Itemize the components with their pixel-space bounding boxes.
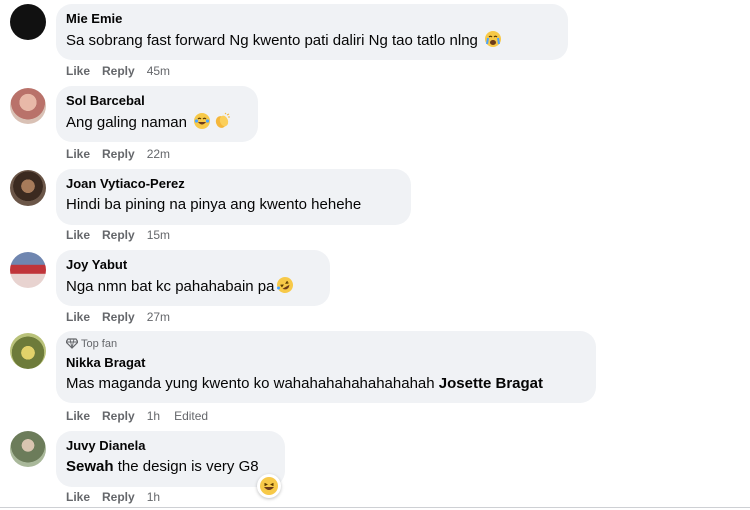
comment-text: Hindi ba pining na pinya ang kwento hehe… bbox=[66, 196, 362, 213]
comment-text-body: Ang galing naman bbox=[66, 114, 187, 131]
comment-text: Sa sobrang fast forward Ng kwento pati d… bbox=[66, 30, 556, 54]
avatar[interactable] bbox=[10, 88, 46, 124]
comment-actions: Like Reply 22m bbox=[66, 146, 184, 162]
reply-button[interactable]: Reply bbox=[102, 489, 135, 505]
comment-bubble: Sol Barcebal Ang galing naman bbox=[56, 86, 258, 142]
reply-button[interactable]: Reply bbox=[102, 408, 135, 424]
reply-button[interactable]: Reply bbox=[102, 309, 135, 325]
comment-text: Nga nmn bat kc pahahabain pa bbox=[66, 276, 318, 300]
comment-actions: Like Reply 1h Edited bbox=[66, 408, 222, 424]
diamond-icon bbox=[65, 338, 79, 353]
comment-bubble: Mie Emie Sa sobrang fast forward Ng kwen… bbox=[56, 4, 568, 60]
haha-reaction-icon[interactable] bbox=[257, 474, 281, 498]
mention-link[interactable]: Sewah bbox=[66, 458, 114, 475]
like-button[interactable]: Like bbox=[66, 146, 90, 162]
timestamp[interactable]: 1h bbox=[147, 408, 160, 424]
commenter-name[interactable]: Joan Vytiaco-Perez bbox=[66, 175, 399, 192]
comment-actions: Like Reply 27m bbox=[66, 309, 184, 325]
comment-actions: Like Reply 15m bbox=[66, 227, 184, 243]
like-button[interactable]: Like bbox=[66, 408, 90, 424]
timestamp[interactable]: 1h bbox=[147, 489, 160, 505]
avatar[interactable] bbox=[10, 431, 46, 467]
mention-link[interactable]: Josette Bragat bbox=[439, 375, 543, 392]
reply-button[interactable]: Reply bbox=[102, 146, 135, 162]
timestamp[interactable]: 27m bbox=[147, 309, 170, 325]
comment-text-body: the design is very G8 bbox=[117, 458, 259, 475]
commenter-name[interactable]: Sol Barcebal bbox=[66, 92, 246, 109]
clapping-hands-icon bbox=[213, 112, 231, 136]
avatar[interactable] bbox=[10, 170, 46, 206]
edited-label[interactable]: Edited bbox=[174, 408, 208, 424]
timestamp[interactable]: 15m bbox=[147, 227, 170, 243]
commenter-name[interactable]: Nikka Bragat bbox=[66, 354, 584, 371]
crying-face-icon bbox=[484, 30, 502, 54]
comment-text-body: Nga nmn bat kc pahahabain pa bbox=[66, 278, 275, 295]
top-fan-badge[interactable]: Top fan bbox=[65, 337, 584, 353]
timestamp[interactable]: 45m bbox=[147, 63, 170, 79]
comment-text: Sewah the design is very G8 bbox=[66, 457, 273, 477]
commenter-name[interactable]: Joy Yabut bbox=[66, 256, 318, 273]
comment-actions: Like Reply 1h bbox=[66, 489, 174, 505]
reply-button[interactable]: Reply bbox=[102, 63, 135, 79]
comment-bubble: Top fan Nikka Bragat Mas maganda yung kw… bbox=[56, 331, 596, 403]
comment-bubble: Joy Yabut Nga nmn bat kc pahahabain pa bbox=[56, 250, 330, 306]
avatar[interactable] bbox=[10, 4, 46, 40]
comment-text-body: Mas maganda yung kwento ko wahahahahahah… bbox=[66, 375, 435, 392]
like-button[interactable]: Like bbox=[66, 63, 90, 79]
comment-text: Mas maganda yung kwento ko wahahahahahah… bbox=[66, 374, 584, 394]
like-button[interactable]: Like bbox=[66, 489, 90, 505]
comment-bubble: Juvy Dianela Sewah the design is very G8 bbox=[56, 431, 285, 487]
comment-actions: Like Reply 45m bbox=[66, 63, 184, 79]
avatar[interactable] bbox=[10, 252, 46, 288]
timestamp[interactable]: 22m bbox=[147, 146, 170, 162]
divider bbox=[0, 507, 750, 508]
rolling-on-floor-laughing-icon bbox=[276, 276, 294, 300]
reply-button[interactable]: Reply bbox=[102, 227, 135, 243]
avatar[interactable] bbox=[10, 333, 46, 369]
tears-of-joy-icon bbox=[193, 112, 211, 136]
comment-bubble: Joan Vytiaco-Perez Hindi ba pining na pi… bbox=[56, 169, 411, 225]
comment-text: Ang galing naman bbox=[66, 112, 246, 136]
like-button[interactable]: Like bbox=[66, 227, 90, 243]
comment-text-body: Sa sobrang fast forward Ng kwento pati d… bbox=[66, 32, 478, 49]
like-button[interactable]: Like bbox=[66, 309, 90, 325]
commenter-name[interactable]: Mie Emie bbox=[66, 10, 556, 27]
top-fan-label: Top fan bbox=[81, 338, 118, 350]
commenter-name[interactable]: Juvy Dianela bbox=[66, 437, 273, 454]
